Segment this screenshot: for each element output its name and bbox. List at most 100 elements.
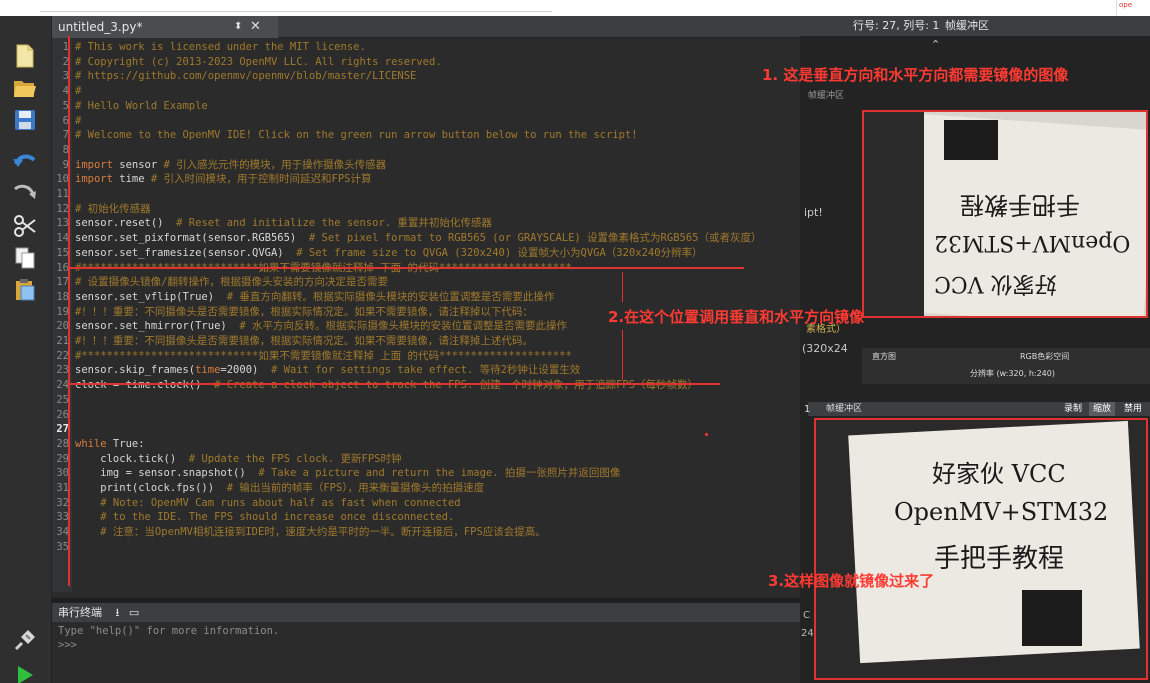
code-line[interactable]: 14 sensor.set_pixformat(sensor.RGB565) # … <box>52 231 800 246</box>
code-line[interactable]: 13 sensor.reset() # Reset and initialize … <box>52 216 800 231</box>
cursor-position: 行号: 27, 列号: 1 <box>853 19 940 32</box>
code-line[interactable]: 22 #****************************如果不需要镜像就注… <box>52 349 800 364</box>
serial-terminal[interactable]: Type "help()" for more information. >>> <box>52 622 800 683</box>
scroll-up-icon[interactable]: ⌃ <box>931 38 940 51</box>
code-text: sensor.set_hmirror(True) # 水平方向反转。根据实际摄像… <box>75 319 567 334</box>
code-text: # Copyright (c) 2013-2023 OpenMV LLC. Al… <box>75 55 442 68</box>
line-number: 6 <box>62 114 69 127</box>
line-number: 12 <box>56 202 69 215</box>
code-line[interactable]: 17 # 设置摄像头镜像/翻转操作，根据摄像头安装的方向决定是否需要 <box>52 275 800 290</box>
code-token: sensor.skip_frames( <box>75 364 196 377</box>
corner-badge: ope <box>1116 0 1150 16</box>
code-line[interactable]: 5 # Hello World Example <box>52 99 800 114</box>
annotation-vertical-line <box>68 36 70 586</box>
code-line[interactable]: 7 # Welcome to the OpenMV IDE! Click on t… <box>52 128 800 143</box>
code-text: # to the IDE. The FPS should increase on… <box>75 511 455 524</box>
terminal-save-icon[interactable]: ▭ <box>129 606 139 619</box>
code-line[interactable]: 29 clock.tick() # Update the FPS clock. … <box>52 452 800 467</box>
code-token: import <box>75 158 113 171</box>
framebuffer-label-2: 帧缓冲区 <box>826 404 863 414</box>
histogram-panel: 直方图 RGB色彩空间 分辨率 (w:320, h:240) <box>862 348 1150 384</box>
code-line[interactable]: 35 <box>52 540 800 555</box>
code-token: # Set pixel format to RGB565 (or GRAYSCA… <box>296 232 762 245</box>
annotation-arrow-up <box>622 330 623 380</box>
new-file-icon[interactable] <box>10 42 40 70</box>
code-text: sensor.set_framesize(sensor.QVGA) # Set … <box>75 246 703 261</box>
code-line[interactable]: 15 sensor.set_framesize(sensor.QVGA) # Se… <box>52 246 800 261</box>
line-number: 34 <box>56 526 69 539</box>
code-line[interactable]: 25 <box>52 393 800 408</box>
zoom-button[interactable]: 缩放 <box>1089 402 1116 416</box>
annotation-1: 1. 这是垂直方向和水平方向都需要镜像的图像 <box>762 66 1069 84</box>
code-line[interactable]: 9 import sensor # 引入感光元件的模块，用于操作摄像头传感器 <box>52 158 800 173</box>
code-line[interactable]: 18 sensor.set_vflip(True) # 垂直方向翻转。根据实际摄像… <box>52 290 800 305</box>
line-number: 24 <box>56 379 69 392</box>
code-text: # <box>75 114 82 127</box>
line-number: 7 <box>62 129 69 142</box>
redo-icon[interactable] <box>10 178 40 206</box>
copy-icon[interactable] <box>10 244 40 272</box>
code-line[interactable]: 11 <box>52 187 800 202</box>
undo-icon[interactable] <box>10 146 40 174</box>
code-token: sensor.reset() <box>75 217 164 230</box>
close-tab-icon[interactable]: ✕ <box>250 16 261 38</box>
code-line[interactable]: 8 <box>52 143 800 158</box>
code-text: # 设置摄像头镜像/翻转操作，根据摄像头安装的方向决定是否需要 <box>75 276 388 289</box>
code-line[interactable]: 23 sensor.skip_frames(time=2000) # Wait f… <box>52 363 800 378</box>
colorspace-label: RGB色彩空间 <box>1020 352 1070 361</box>
code-line[interactable]: 21 #！！！重要：不同摄像头是否需要镜像，根据实际情况定。如果不需要镜像，请注释… <box>52 334 800 349</box>
line-number: 31 <box>56 482 69 494</box>
line-number: 16 <box>56 261 69 274</box>
code-line[interactable]: 28 while True: <box>52 437 800 452</box>
code-text: # This work is licensed under the MIT li… <box>75 41 366 53</box>
code-line[interactable]: 27 <box>52 422 800 437</box>
code-line[interactable]: 2 # Copyright (c) 2013-2023 OpenMV LLC. A… <box>52 55 800 70</box>
code-line[interactable]: 31 print(clock.fps()) # 输出当前的帧率（FPS），用来衡… <box>52 481 800 496</box>
left-toolbar <box>0 16 52 683</box>
code-line[interactable]: 6 # <box>52 114 800 129</box>
save-icon[interactable] <box>10 106 40 134</box>
file-tab[interactable]: untitled_3.py* ⬍ ✕ <box>52 16 278 38</box>
code-line[interactable]: 30 img = sensor.snapshot() # Take a pict… <box>52 466 800 481</box>
code-line[interactable]: 34 # 注意：当OpenMV相机连接到IDE时，速度大约是平时的一半。断开连接… <box>52 525 800 540</box>
tab-list-icon[interactable]: ⬍ <box>234 16 242 38</box>
connect-icon[interactable] <box>10 626 40 654</box>
camera-module-after <box>1022 590 1082 646</box>
terminal-clear-icon[interactable]: ⭳ <box>116 606 120 619</box>
code-line[interactable]: 24 clock = time.clock() # Create a clock … <box>52 378 800 393</box>
code-line[interactable]: 12 # 初始化传感器 <box>52 202 800 217</box>
code-text: sensor.set_pixformat(sensor.RGB565) # Se… <box>75 231 762 246</box>
record-button[interactable]: 录制 <box>1060 402 1087 416</box>
code-token: # 引入时间模块，用于控制时间延迟和FPS计算 <box>144 173 372 186</box>
code-line[interactable]: 4 # <box>52 84 800 99</box>
code-line[interactable]: 32 # Note: OpenMV Cam runs about half as… <box>52 496 800 511</box>
annotation-dot <box>705 433 708 436</box>
code-token: # 输出当前的帧率（FPS），用来衡量摄像头的拍摄速度 <box>214 482 485 494</box>
line-number: 26 <box>56 408 69 421</box>
side-digit-24: 24 <box>801 628 814 639</box>
side-c: C <box>803 610 810 621</box>
code-line[interactable]: 33 # to the IDE. The FPS should increase… <box>52 510 800 525</box>
code-line[interactable]: 10 import time # 引入时间模块，用于控制时间延迟和FPS计算 <box>52 172 800 187</box>
code-token: sensor.set_vflip(True) <box>75 290 215 303</box>
file-tab-label: untitled_3.py* <box>58 20 143 34</box>
run-icon[interactable] <box>10 660 40 683</box>
code-line[interactable]: 1 # This work is licensed under the MIT l… <box>52 40 800 55</box>
image-after-mirror: 好家伙 VCC OpenMV+STM32 手把手教程 <box>814 418 1148 680</box>
code-text: # Welcome to the OpenMV IDE! Click on th… <box>75 129 638 142</box>
code-token: sensor.set_framesize(sensor.QVGA) <box>75 246 284 259</box>
code-line[interactable]: 3 # https://github.com/openmv/openmv/blob… <box>52 69 800 84</box>
side-digit-1: 1 <box>804 404 811 415</box>
code-token: img = sensor.snapshot() <box>75 467 246 480</box>
cut-icon[interactable] <box>10 212 40 240</box>
code-token: True: <box>106 437 145 450</box>
line-number: 11 <box>56 188 69 200</box>
code-line[interactable]: 26 <box>52 408 800 423</box>
open-file-icon[interactable] <box>10 74 40 102</box>
code-token: sensor.set_hmirror(True) <box>75 320 227 333</box>
image-before-line3: 好家伙 VCC <box>934 271 1057 296</box>
code-token: time <box>112 173 145 186</box>
line-number: 4 <box>62 85 69 98</box>
disable-button[interactable]: 禁用 <box>1120 402 1147 416</box>
paste-icon[interactable] <box>10 276 40 304</box>
